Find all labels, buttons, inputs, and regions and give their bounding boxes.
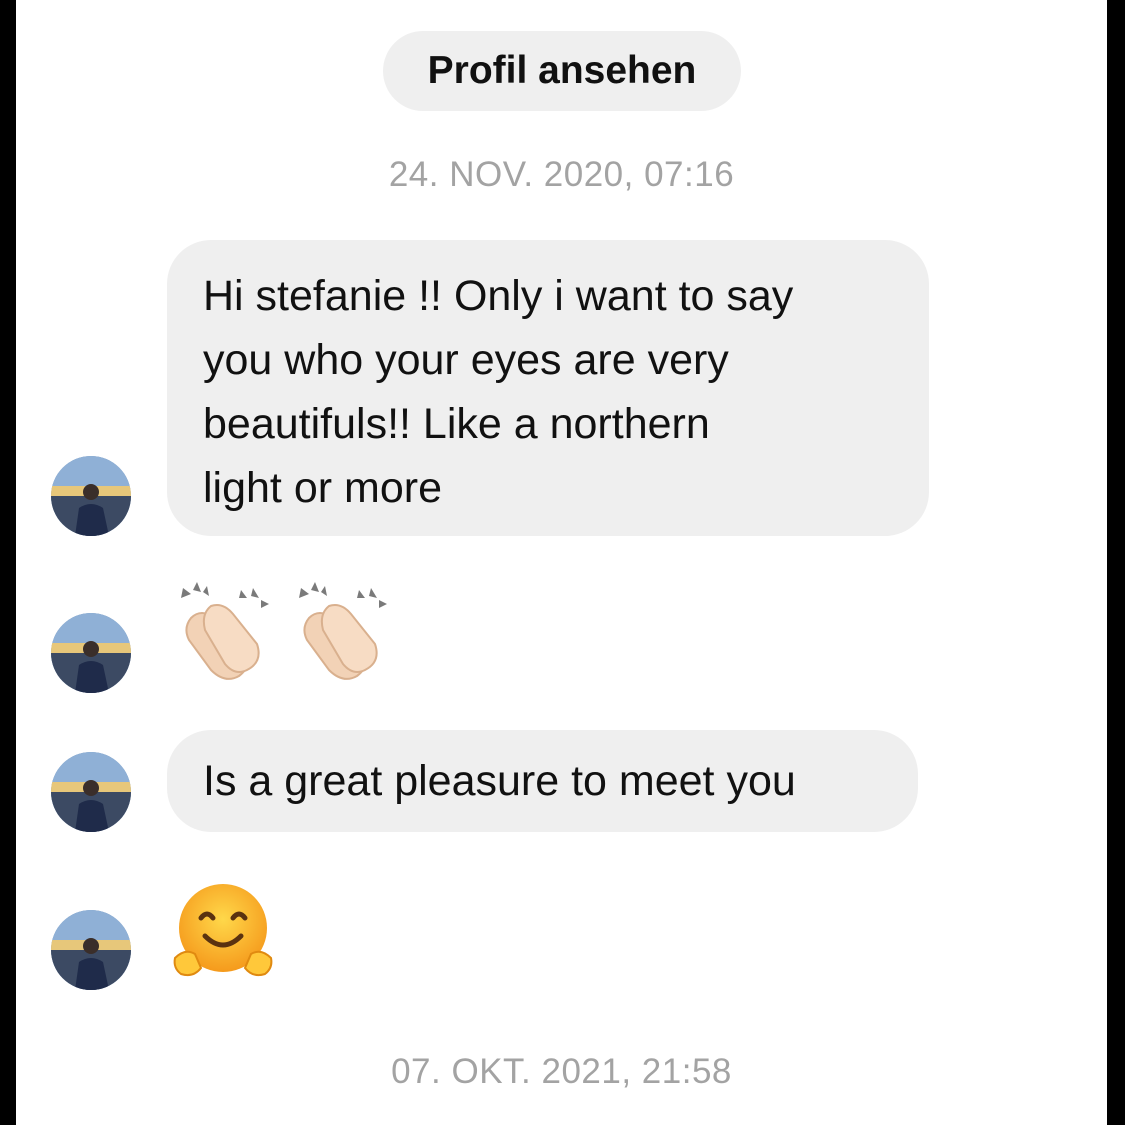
emoji-message[interactable] — [171, 578, 393, 686]
message-bubble[interactable]: Is a great pleasure to meet you — [167, 730, 918, 832]
sender-avatar[interactable] — [51, 910, 131, 990]
clapping-hands-icon — [299, 582, 387, 680]
avatar-photo-icon — [51, 752, 131, 832]
message-line: beautifuls!! Like a northern — [203, 400, 710, 448]
message-timestamp: 24. NOV. 2020, 07:16 — [388, 155, 735, 194]
hugging-face-icon — [173, 884, 273, 977]
message-line: light or more — [203, 464, 442, 512]
message-timestamp: 07. OKT. 2021, 21:58 — [391, 1052, 732, 1091]
message-line: you who your eyes are very — [203, 336, 729, 384]
emoji-message[interactable] — [171, 882, 275, 987]
avatar-photo-icon — [51, 456, 131, 536]
sender-avatar[interactable] — [51, 613, 131, 693]
message-line: Hi stefanie !! Only i want to say — [203, 272, 794, 320]
avatar-photo-icon — [51, 613, 131, 693]
sender-avatar[interactable] — [51, 456, 131, 536]
clapping-hands-icon — [181, 582, 269, 680]
view-profile-button[interactable]: Profil ansehen — [383, 31, 741, 111]
message-line: Is a great pleasure to meet you — [203, 757, 796, 805]
message-bubble[interactable]: Hi stefanie !! Only i want to say you wh… — [167, 240, 929, 536]
chat-screen: Profil ansehen 24. NOV. 2020, 07:16 Hi s… — [16, 0, 1107, 1125]
avatar-photo-icon — [51, 910, 131, 990]
sender-avatar[interactable] — [51, 752, 131, 832]
